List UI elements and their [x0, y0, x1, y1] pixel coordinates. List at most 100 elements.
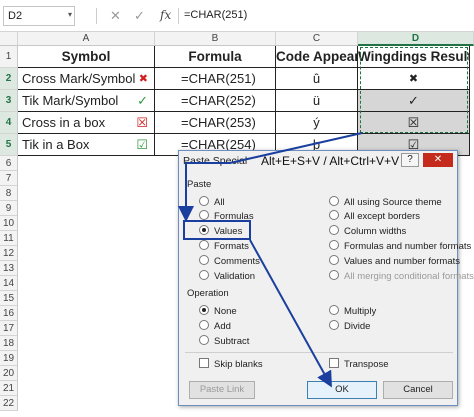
ok-button[interactable]: OK	[307, 381, 377, 399]
code-cell[interactable]: ý	[276, 112, 358, 134]
radio-icon	[329, 196, 339, 206]
select-all-corner[interactable]	[0, 32, 18, 46]
symbol-label: Tik Mark/Symbol	[22, 93, 119, 108]
radio-subtract[interactable]: Subtract	[199, 335, 249, 348]
radio-multiply[interactable]: Multiply	[329, 305, 376, 318]
radio-all[interactable]: All	[199, 196, 225, 209]
paste-special-dialog: Paste Special Alt+E+S+V / Alt+Ctrl+V+V ?…	[178, 150, 474, 406]
radio-icon	[199, 196, 209, 206]
radio-label: None	[214, 306, 237, 317]
row-header[interactable]: 11	[0, 231, 18, 246]
radio-label: Comments	[214, 256, 260, 267]
row-header[interactable]: 20	[0, 366, 18, 381]
row-header[interactable]: 2	[0, 68, 18, 90]
divider	[185, 352, 453, 353]
header-symbol[interactable]: Symbol	[18, 46, 155, 68]
skip-blanks-checkbox[interactable]: Skip blanks	[199, 358, 263, 371]
row-header[interactable]: 19	[0, 351, 18, 366]
row-header[interactable]: 22	[0, 396, 18, 411]
radio-formulas-number-formats[interactable]: Formulas and number formats	[329, 240, 471, 253]
row-header[interactable]: 4	[0, 112, 18, 134]
radio-icon	[329, 210, 339, 220]
radio-icon	[199, 270, 209, 280]
symbol-label: Tik in a Box	[22, 137, 90, 152]
cross-box-icon: ☒	[136, 115, 148, 130]
radio-column-widths[interactable]: Column widths	[329, 225, 406, 238]
header-code-appear[interactable]: Code Appear	[276, 46, 358, 68]
paste-group-label: Paste	[187, 179, 212, 190]
row-header[interactable]: 9	[0, 201, 18, 216]
row-header[interactable]: 1	[0, 46, 18, 68]
radio-selected-icon	[199, 305, 209, 315]
row-header[interactable]: 8	[0, 186, 18, 201]
radio-none[interactable]: None	[199, 305, 237, 318]
close-button[interactable]: ✕	[423, 153, 453, 167]
dialog-title: Paste Special	[183, 155, 248, 167]
column-header-d[interactable]: D	[358, 32, 474, 46]
cross-mark-icon: ✖	[138, 73, 148, 85]
formula-cell[interactable]: =CHAR(253)	[155, 112, 276, 134]
row-header[interactable]: 18	[0, 336, 18, 351]
row-header[interactable]: 14	[0, 276, 18, 291]
column-header-b[interactable]: B	[155, 32, 276, 46]
radio-comments[interactable]: Comments	[199, 255, 260, 268]
radio-all-source-theme[interactable]: All using Source theme	[329, 196, 442, 209]
row-header[interactable]: 7	[0, 171, 18, 186]
radio-formats[interactable]: Formats	[199, 240, 249, 253]
row-header[interactable]: 5	[0, 134, 18, 156]
shortcut-annotation: Alt+E+S+V / Alt+Ctrl+V+V	[261, 154, 400, 168]
radio-divide[interactable]: Divide	[329, 320, 370, 333]
symbol-cell[interactable]: Tik in a Box ☑	[18, 134, 155, 156]
header-formula[interactable]: Formula	[155, 46, 276, 68]
radio-icon	[199, 320, 209, 330]
radio-validation[interactable]: Validation	[199, 270, 255, 283]
separator	[96, 8, 97, 24]
formula-bar: D2 ▾ ✕ ✓ fx =CHAR(251)	[0, 0, 474, 32]
row-header[interactable]: 16	[0, 306, 18, 321]
radio-all-except-borders[interactable]: All except borders	[329, 210, 420, 223]
radio-label: All	[214, 197, 225, 208]
code-cell[interactable]: ü	[276, 90, 358, 112]
column-header-a[interactable]: A	[18, 32, 155, 46]
radio-label: Subtract	[214, 336, 250, 347]
radio-label: Add	[214, 321, 231, 332]
row-header[interactable]: 3	[0, 90, 18, 112]
insert-function-button[interactable]: fx	[160, 8, 171, 22]
radio-label: Formulas and number formats	[344, 241, 472, 252]
row-header[interactable]: 12	[0, 246, 18, 261]
symbol-cell[interactable]: Cross in a box ☒	[18, 112, 155, 134]
symbol-label: Cross Mark/Symbol	[22, 71, 136, 86]
symbol-label: Cross in a box	[22, 115, 106, 130]
radio-values-number-formats[interactable]: Values and number formats	[329, 255, 460, 268]
transpose-checkbox[interactable]: Transpose	[329, 358, 389, 371]
row-header[interactable]: 13	[0, 261, 18, 276]
row-header[interactable]: 17	[0, 321, 18, 336]
column-header-c[interactable]: C	[276, 32, 358, 46]
symbol-cell[interactable]: Cross Mark/Symbol ✖	[18, 68, 155, 90]
name-box[interactable]: D2	[3, 6, 75, 26]
formula-cell[interactable]: =CHAR(252)	[155, 90, 276, 112]
radio-icon	[199, 240, 209, 250]
close-icon[interactable]: ✕	[110, 8, 121, 24]
check-icon[interactable]: ✓	[134, 8, 145, 24]
row-header[interactable]: 6	[0, 156, 18, 171]
checkbox-label: Transpose	[344, 359, 389, 370]
chevron-down-icon[interactable]: ▾	[68, 10, 72, 19]
formula-cell[interactable]: =CHAR(251)	[155, 68, 276, 90]
symbol-cell[interactable]: Tik Mark/Symbol ✓	[18, 90, 155, 112]
row-header[interactable]: 10	[0, 216, 18, 231]
radio-icon	[329, 305, 339, 315]
radio-icon	[329, 225, 339, 235]
radio-icon	[199, 255, 209, 265]
formula-input[interactable]: =CHAR(251)	[184, 9, 247, 21]
radio-add[interactable]: Add	[199, 320, 231, 333]
row-header[interactable]: 15	[0, 291, 18, 306]
cancel-button[interactable]: Cancel	[383, 381, 453, 399]
paste-link-button[interactable]: Paste Link	[189, 381, 255, 399]
tick-mark-icon: ✓	[137, 93, 148, 108]
radio-label: All merging conditional formats	[344, 271, 474, 282]
code-cell[interactable]: û	[276, 68, 358, 90]
radio-all-merging-conditional: All merging conditional formats	[329, 270, 474, 283]
row-header[interactable]: 21	[0, 381, 18, 396]
help-button[interactable]: ?	[401, 153, 419, 167]
